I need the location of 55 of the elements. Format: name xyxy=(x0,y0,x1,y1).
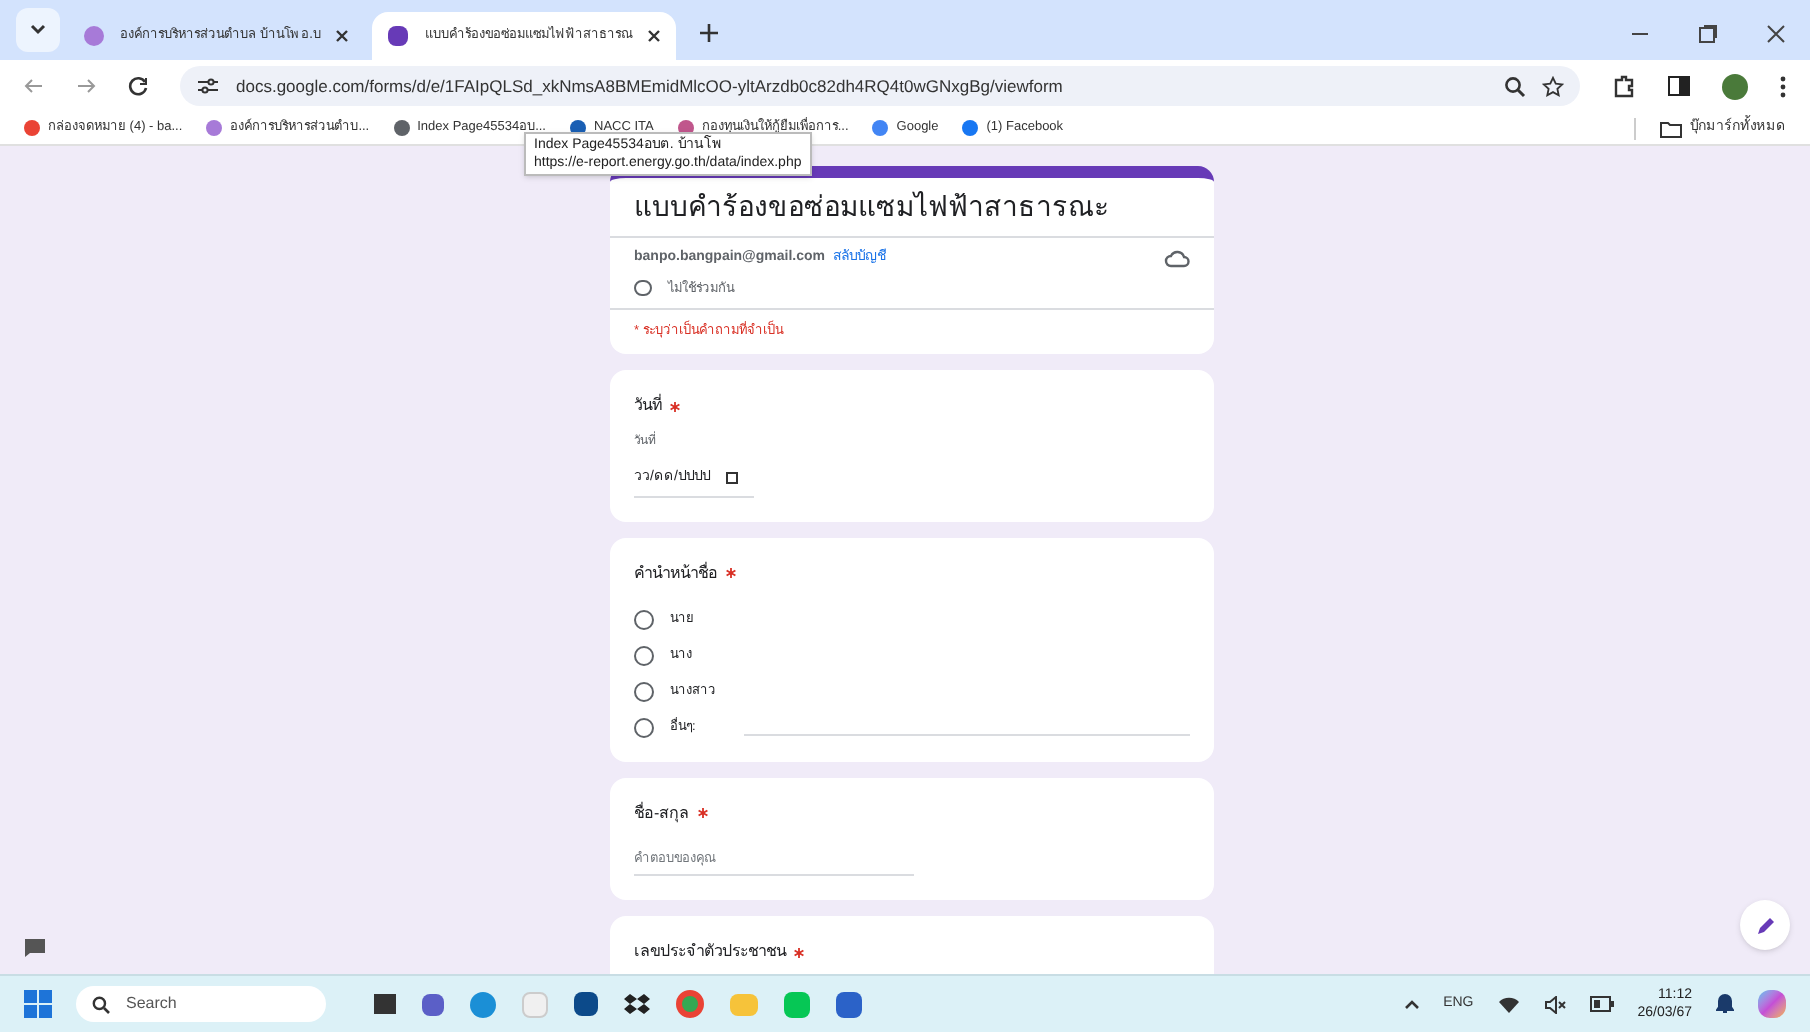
bookmark-favicon xyxy=(206,120,223,136)
pencil-icon xyxy=(1755,915,1775,935)
extensions-icon[interactable] xyxy=(1612,74,1636,98)
cloud-icon xyxy=(1164,248,1190,268)
radio-button[interactable] xyxy=(634,645,654,665)
bookmark-favicon xyxy=(24,120,40,136)
calendar-icon xyxy=(725,472,738,485)
side-panel-icon[interactable] xyxy=(1668,76,1690,96)
forward-arrow-icon[interactable] xyxy=(76,76,96,96)
chevron-up-icon[interactable] xyxy=(1403,998,1420,1010)
restore-icon[interactable] xyxy=(1698,24,1718,44)
taskbar-search-field[interactable]: Search xyxy=(76,986,326,1022)
bookmark-favicon xyxy=(393,120,410,136)
required-asterisk-icon xyxy=(697,808,708,818)
form-title: แบบคำร้องขอซ่อมแซมไฟฟ้าสาธารณะ xyxy=(610,178,1214,238)
question-label: เลขประจำตัวประชาชน xyxy=(634,940,786,965)
menu-icon[interactable] xyxy=(1780,75,1786,97)
speaker-muted-icon[interactable] xyxy=(1543,995,1566,1013)
required-asterisk-icon xyxy=(726,568,736,578)
radio-button[interactable] xyxy=(634,717,654,737)
profile-avatar[interactable] xyxy=(1722,73,1748,99)
chrome-icon[interactable] xyxy=(676,990,704,1018)
back-arrow-icon[interactable] xyxy=(24,76,44,96)
url-text: docs.google.com/forms/d/e/1FAIpQLSd_xkNmsA8BMEmidMlcOO-yltArzdb0c82dh4RQ4t0wGNxgBg/viewform xyxy=(236,73,1065,99)
battery-icon[interactable] xyxy=(1589,996,1614,1012)
site-favicon xyxy=(84,26,104,46)
required-asterisk-icon xyxy=(794,947,804,958)
radio-button[interactable] xyxy=(634,609,654,629)
windows-start-icon[interactable] xyxy=(24,990,52,1018)
folder-icon xyxy=(1660,119,1682,137)
forms-favicon xyxy=(388,26,409,46)
required-asterisk-icon xyxy=(670,401,680,411)
bookmark-favicon xyxy=(962,120,979,136)
dropbox-icon[interactable] xyxy=(624,993,650,1015)
chevron-down-icon xyxy=(30,24,46,36)
search-icon xyxy=(92,995,110,1013)
wifi-icon[interactable] xyxy=(1497,995,1520,1013)
site-settings-icon[interactable] xyxy=(196,76,220,96)
reload-icon[interactable] xyxy=(128,76,148,96)
star-icon[interactable] xyxy=(1542,75,1564,97)
question-label: ชื่อ-สกุล xyxy=(634,801,690,825)
bell-icon[interactable] xyxy=(1716,994,1734,1014)
bookmark-favicon xyxy=(872,120,889,136)
zoom-icon[interactable] xyxy=(1504,75,1526,97)
question-label: คำนำหน้าชื่อ xyxy=(634,561,718,585)
report-icon[interactable] xyxy=(24,938,46,958)
tab-list-button[interactable] xyxy=(16,8,60,52)
question-label: วันที่ xyxy=(634,394,662,418)
close-icon[interactable] xyxy=(1766,24,1786,44)
close-tab-icon[interactable] xyxy=(648,30,661,42)
edit-button[interactable] xyxy=(1740,900,1790,950)
new-tab-icon[interactable] xyxy=(700,24,719,42)
radio-button[interactable] xyxy=(634,681,654,701)
address-bar[interactable]: docs.google.com/forms/d/e/1FAIpQLSd_xkNmsA8BMEmidMlcOO-yltArzdb0c82dh4RQ4t0wGNxgBg/viewform xyxy=(180,66,1580,106)
close-tab-icon[interactable] xyxy=(336,30,349,42)
